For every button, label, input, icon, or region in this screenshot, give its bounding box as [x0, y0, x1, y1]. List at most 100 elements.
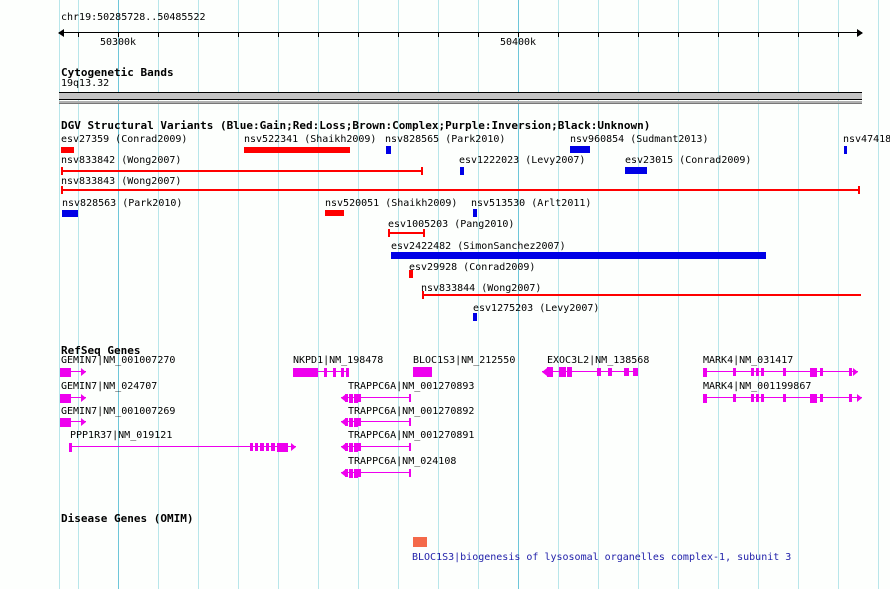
gene-glyph[interactable]	[413, 366, 432, 378]
gene-label[interactable]: PPP1R37|NM_019121	[70, 431, 172, 441]
dgv-variant-marker[interactable]	[473, 313, 477, 321]
gene-exon	[358, 469, 361, 477]
gene-label[interactable]: GEMIN7|NM_024707	[61, 382, 157, 392]
ruler-tick	[198, 32, 199, 37]
gene-glyph[interactable]	[60, 416, 86, 428]
ruler-tick	[558, 32, 559, 37]
dgv-variant-endcap	[388, 229, 390, 237]
gene-exon	[547, 367, 553, 377]
gene-exon	[349, 468, 353, 478]
dgv-variant-label[interactable]: esv1275203 (Levy2007)	[473, 304, 599, 314]
dgv-variant-label[interactable]: esv27359 (Conrad2009)	[61, 135, 187, 145]
dgv-variant-label[interactable]: nsv520051 (Shaikh2009)	[325, 199, 457, 209]
dgv-variant-label[interactable]: esv1222023 (Levy2007)	[459, 156, 585, 166]
dgv-variant-label[interactable]: nsv833842 (Wong2007)	[61, 156, 181, 166]
gene-arrow-left-icon	[542, 368, 547, 376]
gene-exon	[751, 368, 754, 376]
dgv-variant-label[interactable]: nsv828565 (Park2010)	[385, 135, 505, 145]
dgv-variant-label[interactable]: esv2422482 (SimonSanchez2007)	[391, 242, 566, 252]
gene-exon	[250, 443, 253, 451]
gene-glyph[interactable]	[341, 392, 411, 404]
gene-glyph[interactable]	[341, 416, 411, 428]
genome-browser-track-panel: chr19:50285728..50485522 Cytogenetic Ban…	[0, 0, 890, 589]
dgv-variant-endcap	[61, 186, 63, 194]
gene-glyph[interactable]	[60, 392, 86, 404]
dgv-variant-marker[interactable]	[844, 146, 847, 154]
gene-label[interactable]: TRAPPC6A|NM_001270893	[348, 382, 474, 392]
gene-glyph[interactable]	[69, 441, 296, 453]
omim-gene-marker[interactable]	[413, 537, 427, 547]
gene-exon	[756, 368, 759, 376]
gene-exon	[349, 417, 353, 427]
gridline-minor	[318, 0, 319, 589]
gene-exon	[341, 367, 344, 377]
gene-glyph[interactable]	[542, 366, 638, 378]
ruler-left-arrow-icon	[58, 29, 64, 37]
gene-exon	[293, 367, 318, 377]
gene-exon	[358, 443, 361, 451]
dgv-variant-marker[interactable]	[62, 210, 78, 217]
dgv-variant-marker[interactable]	[625, 167, 647, 174]
gene-label[interactable]: MARK4|NM_001199867	[703, 382, 811, 392]
dgv-variant-label[interactable]: nsv513530 (Arlt2011)	[471, 199, 591, 209]
dgv-variant-marker[interactable]	[473, 209, 477, 217]
gridline-minor	[398, 0, 399, 589]
cytoband-title: Cytogenetic Bands	[61, 66, 174, 79]
gene-label[interactable]: TRAPPC6A|NM_024108	[348, 457, 456, 467]
gene-exon	[820, 368, 823, 376]
gene-label[interactable]: GEMIN7|NM_001007270	[61, 356, 175, 366]
dgv-variant-marker[interactable]	[391, 252, 766, 259]
dgv-variant-span[interactable]	[388, 232, 425, 234]
gene-exon	[271, 443, 275, 451]
dgv-variant-label[interactable]: nsv960854 (Sudmant2013)	[570, 135, 708, 145]
gene-label[interactable]: NKPD1|NM_198478	[293, 356, 383, 366]
dgv-variant-label[interactable]: nsv828563 (Park2010)	[62, 199, 182, 209]
dgv-variant-marker[interactable]	[460, 167, 464, 175]
dgv-variant-label[interactable]: esv23015 (Conrad2009)	[625, 156, 751, 166]
dgv-variant-marker[interactable]	[244, 147, 350, 153]
gene-arrow-right-icon	[81, 394, 86, 402]
ruler-tick	[478, 32, 479, 37]
gene-endcap	[409, 394, 411, 402]
gene-glyph[interactable]	[341, 441, 411, 453]
dgv-variant-marker[interactable]	[570, 146, 590, 153]
gene-glyph[interactable]	[341, 467, 411, 479]
omim-gene-label[interactable]: BLOC1S3|biogenesis of lysosomal organell…	[412, 553, 791, 563]
dgv-variant-label[interactable]: nsv522341 (Shaikh2009)	[244, 135, 376, 145]
gene-glyph[interactable]	[293, 366, 349, 378]
gene-label[interactable]: MARK4|NM_031417	[703, 356, 793, 366]
cytoband-bar[interactable]	[59, 92, 862, 100]
gene-label[interactable]: BLOC1S3|NM_212550	[413, 356, 515, 366]
dgv-variant-marker[interactable]	[61, 147, 74, 153]
gene-exon	[277, 442, 288, 452]
gene-exon	[60, 417, 71, 427]
gene-exon	[413, 367, 432, 377]
gene-exon	[624, 368, 629, 376]
dgv-variant-span[interactable]	[422, 294, 861, 296]
dgv-variant-span[interactable]	[61, 189, 860, 191]
gene-label[interactable]: GEMIN7|NM_001007269	[61, 407, 175, 417]
gridline-minor	[878, 0, 879, 589]
gene-glyph[interactable]	[60, 366, 86, 378]
dgv-variant-label[interactable]: esv1005203 (Pang2010)	[388, 220, 514, 230]
gene-label[interactable]: EXOC3L2|NM_138568	[547, 356, 649, 366]
ruler-right-arrow-icon	[857, 29, 863, 37]
gene-label[interactable]: TRAPPC6A|NM_001270891	[348, 431, 474, 441]
gene-arrow-left-icon	[341, 443, 346, 451]
gene-exon	[358, 418, 361, 426]
gene-glyph[interactable]	[703, 392, 862, 404]
dgv-variant-label[interactable]: esv29928 (Conrad2009)	[409, 263, 535, 273]
gene-exon	[810, 367, 817, 377]
dgv-variant-label[interactable]: nsv474187	[843, 135, 890, 145]
gene-exon	[703, 367, 707, 377]
gridline-minor	[278, 0, 279, 589]
dgv-variant-span[interactable]	[61, 170, 423, 172]
dgv-variant-label[interactable]: nsv833844 (Wong2007)	[421, 284, 541, 294]
dgv-variant-marker[interactable]	[325, 210, 344, 216]
gene-intron-line	[703, 371, 858, 372]
gene-glyph[interactable]	[703, 366, 858, 378]
dgv-variant-label[interactable]: nsv833843 (Wong2007)	[61, 177, 181, 187]
dgv-variant-marker[interactable]	[386, 146, 391, 154]
gene-label[interactable]: TRAPPC6A|NM_001270892	[348, 407, 474, 417]
gridline-major	[118, 0, 119, 589]
